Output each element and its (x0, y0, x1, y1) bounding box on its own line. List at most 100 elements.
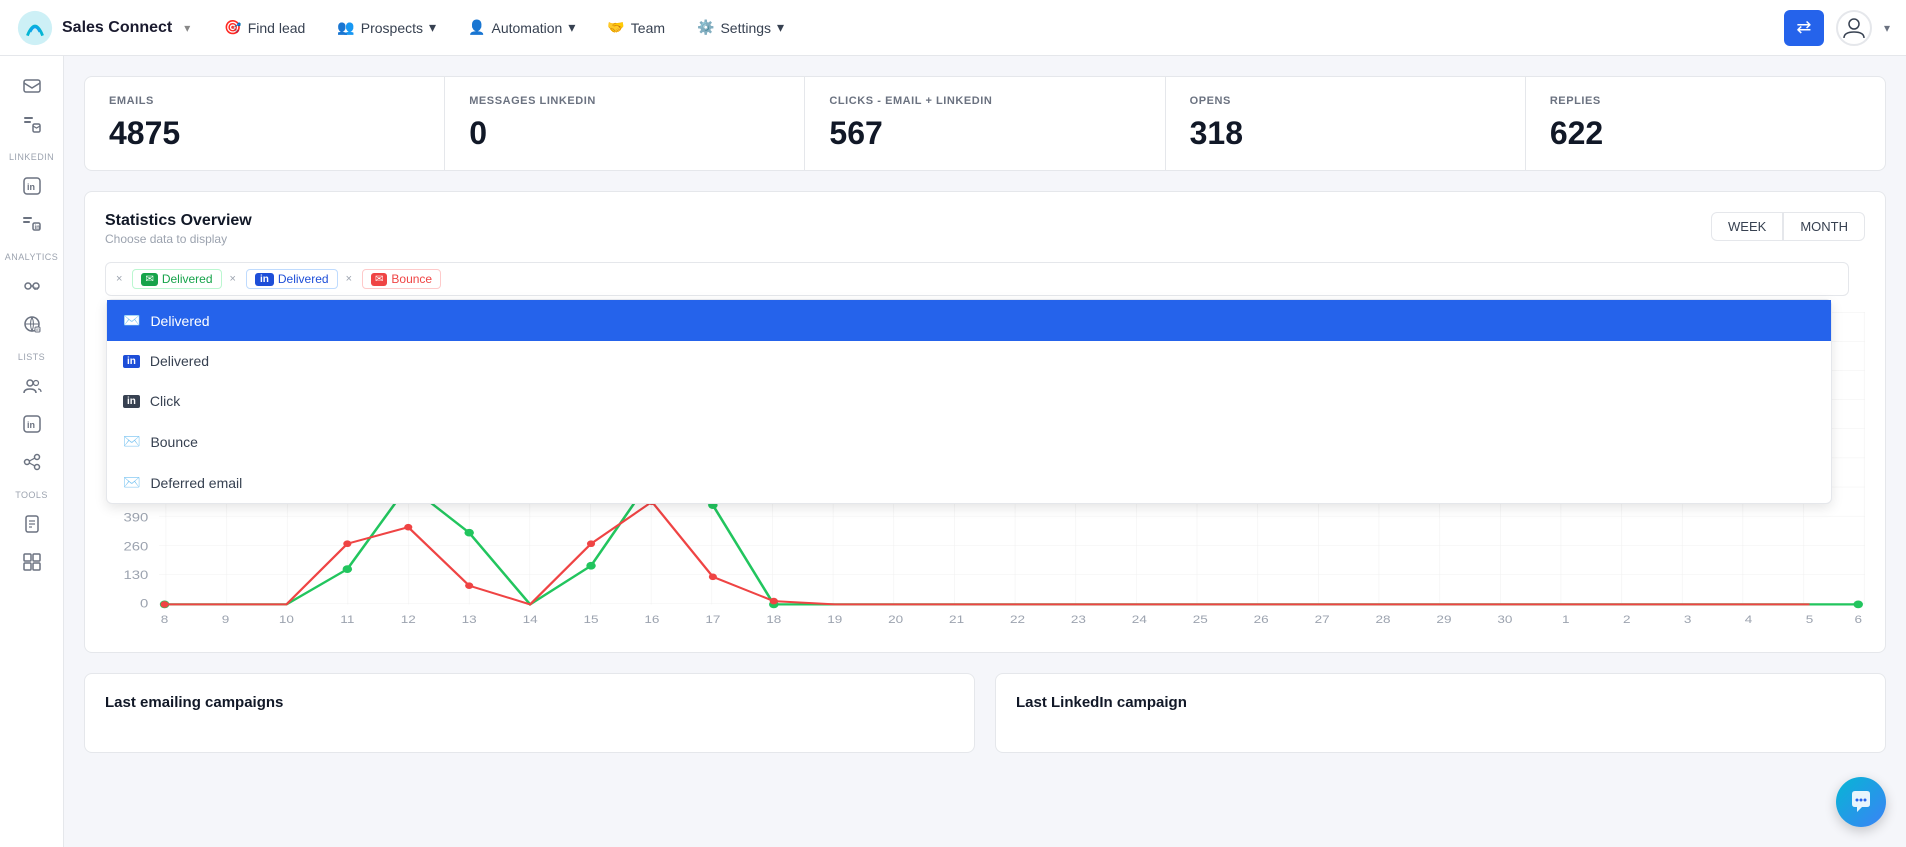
svg-text:5: 5 (1806, 613, 1814, 626)
tools-doc-icon (22, 514, 42, 534)
tag-email-delivered[interactable]: ✉ Delivered (132, 269, 221, 289)
week-button[interactable]: WEEK (1711, 212, 1783, 241)
bounce-close[interactable]: × (346, 273, 352, 285)
svg-text:6: 6 (1854, 613, 1862, 626)
filter-area: × ✉ Delivered × in Delivered × ✉ Bounce (105, 262, 1865, 296)
sidebar-item-list-linkedin[interactable]: in (10, 206, 54, 242)
svg-text:19: 19 (827, 613, 842, 626)
sidebar-label-tools: TOOLS (0, 490, 63, 500)
bottom-row: Last emailing campaigns Last LinkedIn ca… (84, 673, 1886, 753)
list-email-icon (22, 114, 42, 134)
nav-prospects[interactable]: 👥 Prospects ▾ (323, 11, 450, 44)
nav-team[interactable]: 🤝 Team (593, 11, 679, 44)
stat-messages-label: MESSAGES LINKEDIN (469, 95, 780, 107)
stat-messages-value: 0 (469, 115, 780, 152)
dropdown-click[interactable]: in Click (107, 381, 1831, 421)
svg-text:0: 0 (140, 597, 149, 610)
linkedin-delivered-close[interactable]: × (230, 273, 236, 285)
tag-bounce[interactable]: ✉ Bounce (362, 269, 441, 289)
svg-text:9: 9 (222, 613, 230, 626)
green-dot-11 (343, 565, 352, 573)
dropdown-email-delivered[interactable]: ✉️ Delivered (107, 300, 1831, 341)
svg-text:20: 20 (888, 613, 903, 626)
sidebar-section-tools (0, 506, 63, 580)
dropdown-linkedin-delivered[interactable]: in Delivered (107, 341, 1831, 381)
chat-icon (1848, 789, 1874, 815)
filter-tags-row[interactable]: × ✉ Delivered × in Delivered × ✉ Bounce (105, 262, 1849, 296)
nav-right: ⇄ ▾ (1784, 10, 1890, 46)
tag-linkedin-delivered-label: Delivered (278, 272, 329, 286)
exchange-button[interactable]: ⇄ (1784, 10, 1824, 46)
sidebar-item-analytics-globe[interactable]: in (10, 306, 54, 342)
logo-text: Sales Connect (62, 19, 172, 37)
sidebar-label-linkedin: LINKEDIN (0, 152, 63, 162)
svg-text:8: 8 (161, 613, 169, 626)
dropdown-deferred[interactable]: ✉️ Deferred email (107, 462, 1831, 503)
svg-text:in: in (34, 286, 38, 292)
dropdown-click-icon: in (123, 395, 140, 408)
tag-email-icon: ✉ (141, 273, 157, 286)
user-avatar[interactable] (1836, 10, 1872, 46)
sidebar-item-tools-grid[interactable] (10, 544, 54, 580)
svg-text:in: in (27, 420, 35, 430)
sidebar-label-lists: LISTS (0, 352, 63, 362)
linkedin-icon: in (22, 176, 42, 196)
nav-automation[interactable]: 👤 Automation ▾ (454, 11, 589, 44)
stat-opens-label: OPENS (1190, 95, 1501, 107)
dropdown-click-label: Click (150, 393, 180, 409)
dropdown-bounce[interactable]: ✉️ Bounce (107, 421, 1831, 462)
automation-icon: 👤 (468, 19, 485, 36)
sidebar-item-linkedin[interactable]: in (10, 168, 54, 204)
svg-text:24: 24 (1132, 613, 1147, 626)
sidebar-item-email[interactable] (10, 68, 54, 104)
nav-find-lead[interactable]: 🎯 Find lead (210, 11, 319, 44)
team-icon: 🤝 (607, 19, 624, 36)
last-emailing-card: Last emailing campaigns (84, 673, 975, 753)
nav-settings[interactable]: ⚙️ Settings ▾ (683, 11, 798, 44)
svg-text:1: 1 (1562, 613, 1570, 626)
stat-messages-linkedin: MESSAGES LINKEDIN 0 (445, 77, 805, 170)
dropdown-deferred-icon: ✉️ (123, 474, 140, 491)
sidebar-item-lists-users[interactable] (10, 368, 54, 404)
stat-emails: EMAILS 4875 (85, 77, 445, 170)
sidebar-item-lists-share[interactable] (10, 444, 54, 480)
chart-controls: WEEK MONTH (1711, 212, 1865, 241)
find-lead-icon: 🎯 (224, 19, 241, 36)
tag-linkedin-icon: in (255, 273, 274, 286)
sidebar-item-tools-doc[interactable] (10, 506, 54, 542)
sidebar-section-analytics: in in (0, 268, 63, 342)
chat-bubble[interactable] (1836, 777, 1886, 827)
stat-replies-value: 622 (1550, 115, 1861, 152)
svg-text:15: 15 (584, 613, 599, 626)
sidebar-item-list-email[interactable] (10, 106, 54, 142)
svg-text:10: 10 (279, 613, 294, 626)
user-arrow-icon: ▾ (1884, 21, 1890, 35)
sidebar-section-lists: in (0, 368, 63, 480)
svg-text:11: 11 (340, 613, 354, 626)
logo[interactable]: Sales Connect ▾ (16, 9, 190, 47)
svg-text:in: in (34, 225, 40, 231)
svg-text:14: 14 (523, 613, 538, 626)
chart-title: Statistics Overview (105, 212, 252, 230)
svg-text:17: 17 (705, 613, 720, 626)
svg-text:12: 12 (401, 613, 416, 626)
svg-text:27: 27 (1315, 613, 1330, 626)
emailing-campaigns-title: Last emailing campaigns (105, 694, 954, 711)
red-dot-13 (465, 582, 473, 589)
svg-text:4: 4 (1745, 613, 1753, 626)
chart-subtitle: Choose data to display (105, 232, 252, 246)
main-content: EMAILS 4875 MESSAGES LINKEDIN 0 CLICKS -… (64, 56, 1906, 847)
prospects-icon: 👥 (337, 19, 354, 36)
logo-dropdown-icon: ▾ (184, 21, 190, 35)
month-button[interactable]: MONTH (1783, 212, 1865, 241)
svg-text:25: 25 (1193, 613, 1208, 626)
settings-icon: ⚙️ (697, 19, 714, 36)
team-label: Team (631, 20, 665, 36)
tag-linkedin-delivered[interactable]: in Delivered (246, 269, 338, 289)
email-delivered-close[interactable]: × (116, 273, 122, 285)
sidebar-item-lists-linkedin[interactable]: in (10, 406, 54, 442)
svg-text:in: in (27, 182, 35, 192)
tag-bounce-label: Bounce (391, 272, 432, 286)
stats-row: EMAILS 4875 MESSAGES LINKEDIN 0 CLICKS -… (84, 76, 1886, 171)
sidebar-item-analytics-link[interactable]: in (10, 268, 54, 304)
